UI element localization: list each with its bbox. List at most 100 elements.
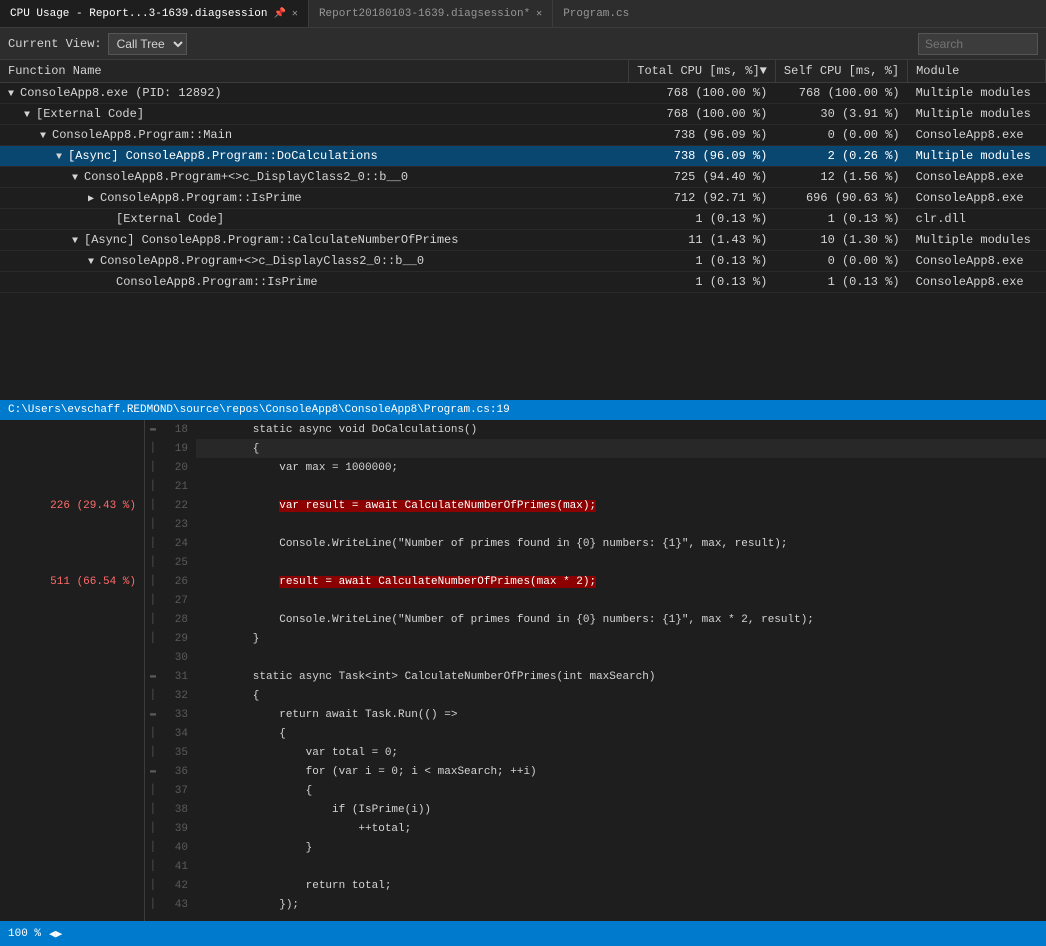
collapse-indicator[interactable]: ▬ [145, 705, 161, 724]
code-line: return await Task.Run(() => [196, 705, 1046, 724]
line-number: 40 [161, 838, 196, 857]
collapse-indicator: │ [145, 515, 161, 534]
heat-value [0, 705, 144, 724]
expand-icon[interactable]: ▼ [56, 152, 66, 163]
tab-close-icon[interactable]: ✕ [292, 8, 298, 20]
table-row[interactable]: ▼[Async] ConsoleApp8.Program::DoCalculat… [0, 146, 1046, 167]
line-number: 26 [161, 572, 196, 591]
module: Multiple modules [908, 146, 1046, 167]
collapse-indicator[interactable]: ▬ [145, 420, 161, 439]
scroll-left-icon[interactable]: ◀ [49, 927, 56, 941]
code-line: }); [196, 895, 1046, 914]
heat-value: 511 (66.54 %) [0, 572, 144, 591]
collapse-indicator: │ [145, 591, 161, 610]
line-number: 24 [161, 534, 196, 553]
table-row[interactable]: ▼[Async] ConsoleApp8.Program::CalculateN… [0, 230, 1046, 251]
collapse-indicator[interactable]: ▬ [145, 762, 161, 781]
expand-icon[interactable]: ▼ [8, 89, 18, 100]
scroll-right-icon[interactable]: ▶ [56, 927, 63, 941]
total-cpu: 738 (96.09 %) [629, 146, 776, 167]
code-line [196, 477, 1046, 496]
expand-icon[interactable]: ▼ [24, 110, 34, 121]
module: Multiple modules [908, 83, 1046, 104]
tab-diagsession2[interactable]: Report20180103-1639.diagsession* ✕ [309, 0, 553, 27]
collapse-indicator: │ [145, 800, 161, 819]
table-row[interactable]: [External Code]1 (0.13 %)1 (0.13 %)clr.d… [0, 209, 1046, 230]
self-cpu: 12 (1.56 %) [775, 167, 907, 188]
line-number: 28 [161, 610, 196, 629]
view-select[interactable]: Call Tree [108, 33, 187, 55]
total-cpu: 768 (100.00 %) [629, 104, 776, 125]
heat-value [0, 458, 144, 477]
module: Multiple modules [908, 104, 1046, 125]
heat-value [0, 762, 144, 781]
tab-close-icon2[interactable]: ✕ [536, 8, 542, 20]
line-number: 36 [161, 762, 196, 781]
heat-value [0, 800, 144, 819]
heat-value [0, 420, 144, 439]
table-row[interactable]: ▶ConsoleApp8.Program::IsPrime712 (92.71 … [0, 188, 1046, 209]
self-cpu: 1 (0.13 %) [775, 272, 907, 293]
collapse-indicator: │ [145, 534, 161, 553]
collapse-indicator [145, 648, 161, 667]
search-input[interactable] [918, 33, 1038, 55]
line-number: 33 [161, 705, 196, 724]
tab-program-label: Program.cs [563, 8, 629, 20]
self-cpu: 0 (0.00 %) [775, 251, 907, 272]
tab-program[interactable]: Program.cs [553, 0, 639, 27]
table-row[interactable]: ▼[External Code]768 (100.00 %)30 (3.91 %… [0, 104, 1046, 125]
expand-icon[interactable]: ▼ [40, 131, 50, 142]
table-row[interactable]: ▼ConsoleApp8.Program+<>c_DisplayClass2_0… [0, 251, 1046, 272]
tab-diagsession1[interactable]: CPU Usage - Report...3-1639.diagsession … [0, 0, 309, 27]
line-number: 39 [161, 819, 196, 838]
function-name: ConsoleApp8.Program+<>c_DisplayClass2_0:… [100, 254, 424, 268]
code-line: { [196, 781, 1046, 800]
table-row[interactable]: ▼ConsoleApp8.exe (PID: 12892)768 (100.00… [0, 83, 1046, 104]
code-indent [200, 576, 279, 588]
function-name: ConsoleApp8.Program::IsPrime [116, 275, 318, 289]
code-line: { [196, 439, 1046, 458]
col-total-cpu[interactable]: Total CPU [ms, %]▼ [629, 60, 776, 83]
table-row[interactable]: ▼ConsoleApp8.Program::Main738 (96.09 %)0… [0, 125, 1046, 146]
col-module[interactable]: Module [908, 60, 1046, 83]
line-number: 41 [161, 857, 196, 876]
collapse-indicator[interactable]: ▬ [145, 667, 161, 686]
code-area: 226 (29.43 %)511 (66.54 %) ▬│││││││││││▬… [0, 420, 1046, 921]
perf-table: Function Name Total CPU [ms, %]▼ Self CP… [0, 60, 1046, 293]
function-name: [Async] ConsoleApp8.Program::DoCalculati… [68, 149, 378, 163]
table-row[interactable]: ConsoleApp8.Program::IsPrime1 (0.13 %)1 … [0, 272, 1046, 293]
collapse-col: ▬│││││││││││▬│▬││▬│││││││ [145, 420, 161, 921]
col-self-cpu[interactable]: Self CPU [ms, %] [775, 60, 907, 83]
heat-value [0, 610, 144, 629]
tab-pin-icon[interactable]: 📌 [273, 8, 285, 20]
line-number: 37 [161, 781, 196, 800]
heat-value [0, 648, 144, 667]
col-function-name[interactable]: Function Name [0, 60, 629, 83]
line-number: 30 [161, 648, 196, 667]
module: clr.dll [908, 209, 1046, 230]
heat-value [0, 876, 144, 895]
heat-value [0, 895, 144, 914]
code-line: Console.WriteLine("Number of primes foun… [196, 610, 1046, 629]
heat-value [0, 857, 144, 876]
heat-value [0, 477, 144, 496]
module: ConsoleApp8.exe [908, 272, 1046, 293]
tab-label: CPU Usage - Report...3-1639.diagsession [10, 8, 267, 20]
code-line: for (var i = 0; i < maxSearch; ++i) [196, 762, 1046, 781]
hot-line-highlight: result = await CalculateNumberOfPrimes(m… [279, 576, 596, 588]
table-row[interactable]: ▼ConsoleApp8.Program+<>c_DisplayClass2_0… [0, 167, 1046, 188]
function-name: ConsoleApp8.Program+<>c_DisplayClass2_0:… [84, 170, 408, 184]
self-cpu: 0 (0.00 %) [775, 125, 907, 146]
expand-icon[interactable]: ▼ [72, 173, 82, 184]
expand-icon[interactable]: ▶ [88, 193, 98, 205]
expand-icon[interactable]: ▼ [88, 257, 98, 268]
collapse-indicator: │ [145, 686, 161, 705]
heat-value [0, 838, 144, 857]
function-name: [External Code] [116, 212, 224, 226]
function-name: ConsoleApp8.Program::IsPrime [100, 191, 302, 205]
expand-icon[interactable]: ▼ [72, 236, 82, 247]
line-number: 19 [161, 439, 196, 458]
collapse-indicator: │ [145, 553, 161, 572]
code-content[interactable]: static async void DoCalculations() { var… [196, 420, 1046, 921]
line-number: 29 [161, 629, 196, 648]
